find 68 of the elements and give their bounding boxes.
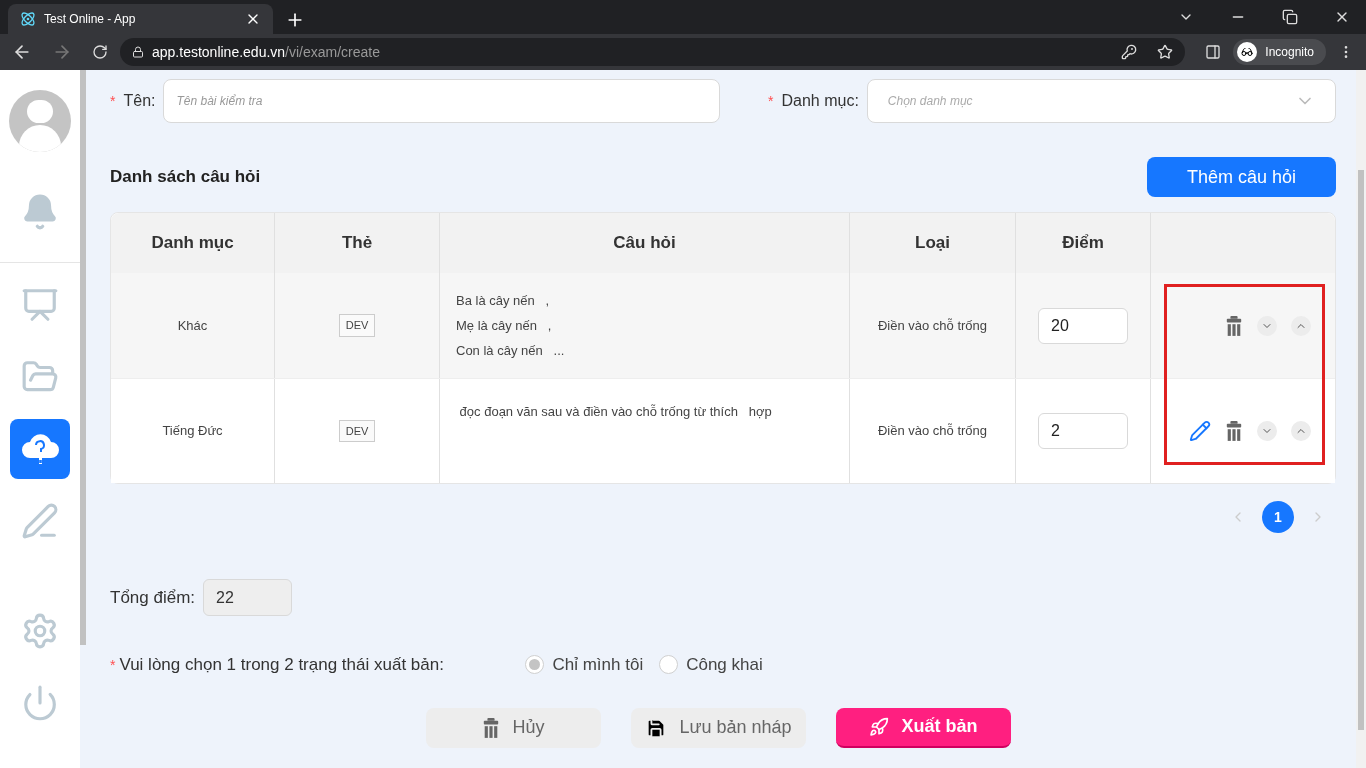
- sidebar-item-active[interactable]: [10, 419, 70, 479]
- bell-icon[interactable]: [21, 193, 59, 231]
- classroom-icon[interactable]: [21, 286, 59, 324]
- tag: DEV: [338, 419, 376, 443]
- radio-label: Chỉ mình tôi: [552, 654, 644, 676]
- column-header: Danh mục: [151, 232, 234, 255]
- move-down-button[interactable]: [1257, 315, 1277, 336]
- restore-icon[interactable]: [1282, 9, 1298, 25]
- key-icon[interactable]: [1121, 44, 1138, 60]
- move-up-button[interactable]: [1291, 421, 1311, 441]
- power-icon[interactable]: [21, 684, 59, 722]
- column-header: Loại: [915, 232, 950, 255]
- browser-tab[interactable]: Test Online - App: [8, 4, 273, 34]
- column-header: Điểm: [1062, 232, 1104, 255]
- incognito-icon: [1237, 42, 1258, 62]
- settings-icon[interactable]: [21, 612, 59, 650]
- radio-label: Công khai: [686, 654, 763, 676]
- address-bar[interactable]: app.testonline.edu.vn/vi/exam/create: [120, 38, 1186, 66]
- section-title: Danh sách câu hỏi: [110, 166, 261, 189]
- question-text: Con là cây nến ...: [456, 342, 566, 360]
- cloud-question-icon: [20, 432, 60, 466]
- field-label: Tên:: [123, 91, 156, 111]
- move-up-button[interactable]: [1291, 315, 1311, 336]
- table-cell-text: Điền vào chỗ trống: [877, 422, 988, 441]
- lock-icon: [132, 46, 144, 58]
- sidebar-scrollbar[interactable]: [80, 70, 86, 645]
- edit-icon[interactable]: [1189, 420, 1211, 442]
- score-input[interactable]: 20: [1038, 307, 1128, 344]
- side-panel-icon[interactable]: [1205, 44, 1222, 60]
- table-cell-text: Điền vào chỗ trống: [877, 316, 988, 335]
- trash-icon[interactable]: [1225, 315, 1243, 336]
- score-input[interactable]: 2: [1038, 413, 1128, 449]
- publish-label: Vui lòng chọn 1 trong 2 trạng thái xuất bản:: [119, 654, 445, 676]
- tag: DEV: [338, 314, 376, 337]
- profile-label: Incognito: [1265, 44, 1314, 60]
- bookmark-star-icon[interactable]: [1157, 44, 1174, 60]
- writing-hand-icon[interactable]: [21, 502, 59, 540]
- add-question-button[interactable]: Thêm câu hỏi: [1147, 157, 1336, 197]
- trash-icon[interactable]: [482, 717, 501, 738]
- radio-button[interactable]: [525, 655, 545, 675]
- total-score-field: 22: [203, 579, 293, 616]
- table-cell-text: Tiếng Đức: [162, 422, 223, 441]
- question-text: đọc đoạn văn sau và điền vào chỗ trống từ thích hợp: [458, 403, 773, 421]
- required-mark: *: [110, 655, 116, 675]
- page-scrollbar[interactable]: [1356, 70, 1366, 768]
- input-field[interactable]: Tên bài kiểm tra: [163, 79, 720, 123]
- column-header: Câu hỏi: [613, 232, 676, 255]
- required-mark: *: [110, 92, 116, 111]
- radio-button[interactable]: [659, 655, 679, 675]
- page-button[interactable]: 1: [1262, 501, 1294, 533]
- react-logo-icon: [20, 11, 36, 27]
- required-mark: *: [768, 92, 774, 111]
- table-cell-text: Khác: [177, 316, 208, 335]
- incognito-badge[interactable]: Incognito: [1233, 39, 1326, 65]
- url-text: app.testonline.edu.vn/vi/exam/create: [152, 43, 381, 62]
- question-text: Ba là cây nến ,: [456, 292, 551, 310]
- trash-icon[interactable]: [1225, 421, 1243, 441]
- question-text: Mẹ là cây nến ,: [456, 317, 553, 335]
- column-header: Thẻ: [341, 232, 373, 255]
- total-label: Tổng điểm:: [110, 586, 196, 609]
- rocket-icon: [869, 716, 890, 737]
- cancel-button[interactable]: Hủy: [426, 707, 601, 748]
- save-draft-button[interactable]: Lưu bản nháp: [631, 707, 806, 748]
- reload-icon[interactable]: [92, 44, 108, 60]
- publish-button[interactable]: Xuất bản: [836, 707, 1011, 748]
- move-down-button[interactable]: [1257, 421, 1277, 441]
- field-label: Danh mục:: [781, 91, 859, 111]
- tab-title: Test Online - App: [44, 11, 137, 27]
